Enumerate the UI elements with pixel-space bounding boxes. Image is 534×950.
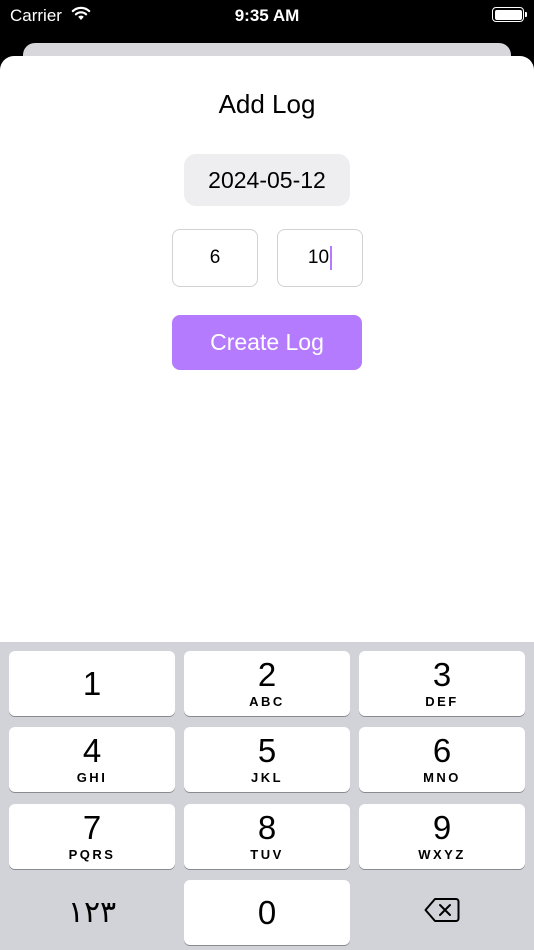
key-8[interactable]: 8 TUV: [184, 804, 350, 869]
key-0[interactable]: 0: [184, 880, 350, 945]
hours-field[interactable]: 6: [172, 229, 258, 287]
key-9[interactable]: 9 WXYZ: [359, 804, 525, 869]
date-picker-button[interactable]: 2024-05-12: [184, 154, 350, 206]
key-6[interactable]: 6 MNO: [359, 727, 525, 792]
minutes-field[interactable]: 10: [277, 229, 363, 287]
key-4[interactable]: 4 GHI: [9, 727, 175, 792]
key-1[interactable]: 1: [9, 651, 175, 716]
key-letters: ABC: [249, 694, 285, 709]
key-digit: 3: [432, 656, 452, 693]
key-digit: 4: [82, 732, 102, 769]
key-5[interactable]: 5 JKL: [184, 727, 350, 792]
delete-backward-icon: [424, 897, 460, 928]
key-digit: 8: [257, 809, 277, 846]
key-digit: 0: [257, 893, 277, 931]
key-letters: MNO: [423, 770, 461, 785]
key-digit: 1: [82, 664, 102, 702]
numeric-keyboard: 1 2 ABC 3 DEF 4 GHI 5 JKL 6 MNO 7 PQRS 8…: [0, 642, 534, 950]
key-3[interactable]: 3 DEF: [359, 651, 525, 716]
hours-value: 6: [209, 247, 221, 268]
key-digit: 2: [257, 656, 277, 693]
key-letters: WXYZ: [418, 847, 466, 862]
key-letters: TUV: [250, 847, 284, 862]
key-2[interactable]: 2 ABC: [184, 651, 350, 716]
sheet-title: Add Log: [218, 89, 316, 119]
battery-icon: [492, 7, 527, 22]
key-letters: PQRS: [68, 847, 116, 862]
alternate-numerals-key[interactable]: ١٢٣: [9, 880, 175, 945]
text-caret: [330, 246, 333, 270]
key-letters: DEF: [425, 694, 459, 709]
alternate-numerals-label: ١٢٣: [67, 896, 117, 929]
key-digit: 9: [432, 809, 452, 846]
key-letters: JKL: [250, 770, 284, 785]
status-bar: Carrier 9:35 AM: [0, 0, 534, 32]
key-digit: 7: [82, 809, 102, 846]
key-digit: 5: [257, 732, 277, 769]
status-time: 9:35 AM: [234, 6, 300, 25]
minutes-value: 10: [307, 247, 330, 268]
key-letters: GHI: [76, 770, 108, 785]
key-digit: 6: [432, 732, 452, 769]
key-7[interactable]: 7 PQRS: [9, 804, 175, 869]
delete-key[interactable]: [359, 880, 525, 945]
create-log-button[interactable]: Create Log: [172, 315, 362, 370]
